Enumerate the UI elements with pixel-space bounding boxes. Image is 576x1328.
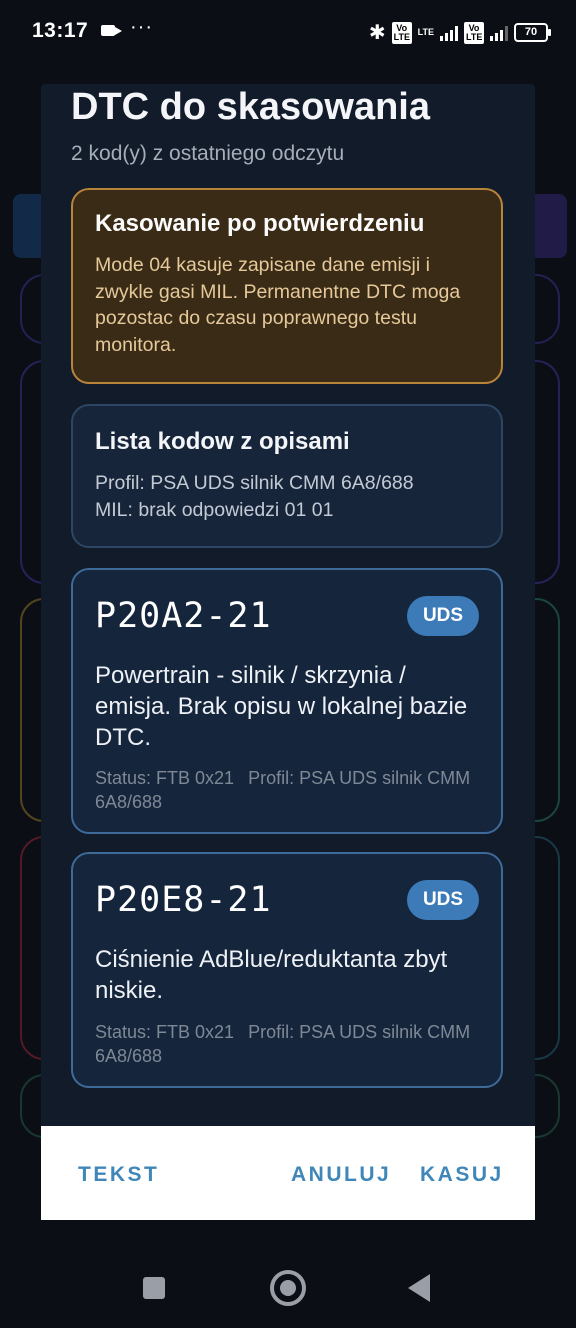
warning-title: Kasowanie po potwierdzeniu xyxy=(95,210,425,237)
cancel-button[interactable]: ANULUJ xyxy=(291,1163,391,1187)
info-mil: MIL: brak odpowiedzi 01 01 xyxy=(95,499,334,521)
dtc-meta: Status: FTB 0x21 Profil: PSA UDS silnik C… xyxy=(95,766,479,814)
signal-icon-2 xyxy=(490,25,508,41)
dialog-title: DTC do skasowania xyxy=(71,86,430,128)
info-title: Lista kodow z opisami xyxy=(95,428,350,455)
delete-button[interactable]: KASUJ xyxy=(420,1163,504,1187)
dtc-code: P20A2-21 xyxy=(95,596,272,636)
status-bar: 13:17 ··· ✱ Vo LTE LTE Vo LTE 70 xyxy=(0,0,576,64)
navigation-bar xyxy=(0,1244,576,1328)
warning-text: Mode 04 kasuje zapisane dane emisji i zw… xyxy=(95,254,461,356)
dtc-code: P20E8-21 xyxy=(95,880,272,920)
protocol-badge: UDS xyxy=(407,880,479,920)
dtc-card: P20A2-21 UDS Powertrain - silnik / skrzy… xyxy=(71,568,503,834)
lte-label: LTE xyxy=(417,27,434,37)
battery-icon: 70 xyxy=(514,23,551,42)
volte-icon: Vo LTE xyxy=(391,21,412,44)
dialog-actions: TEKST ANULUJ KASUJ xyxy=(41,1126,535,1220)
dtc-clear-dialog: DTC do skasowania 2 kod(y) z ostatniego … xyxy=(41,84,535,1220)
info-profile: Profil: PSA UDS silnik CMM 6A8/688 xyxy=(95,472,414,494)
video-camera-icon xyxy=(101,25,122,36)
dtc-description: Ciśnienie AdBlue/reduktanta zbyt niskie. xyxy=(95,946,448,1004)
dtc-card: P20E8-21 UDS Ciśnienie AdBlue/reduktanta… xyxy=(71,852,503,1088)
status-time: 13:17 xyxy=(32,19,89,42)
home-icon[interactable] xyxy=(270,1270,306,1306)
info-card: Lista kodow z opisami Profil: PSA UDS si… xyxy=(71,404,503,548)
status-icons: ✱ Vo LTE LTE Vo LTE 70 xyxy=(368,20,551,45)
recent-apps-icon[interactable] xyxy=(143,1277,165,1299)
signal-icon xyxy=(440,25,458,41)
protocol-badge: UDS xyxy=(407,596,479,636)
volte-icon-2: Vo LTE xyxy=(464,21,484,44)
dialog-subtitle: 2 kod(y) z ostatniego odczytu xyxy=(71,142,345,165)
warning-card: Kasowanie po potwierdzeniu Mode 04 kasuj… xyxy=(71,188,503,384)
text-button[interactable]: TEKST xyxy=(78,1163,159,1187)
dtc-status: Status: FTB 0x21 xyxy=(95,1022,235,1042)
more-notifications-icon: ··· xyxy=(130,16,153,38)
dtc-description: Powertrain - silnik / skrzynia / emisja.… xyxy=(95,662,468,751)
back-icon[interactable] xyxy=(408,1274,430,1302)
bluetooth-icon: ✱ xyxy=(368,22,386,44)
dtc-meta: Status: FTB 0x21 Profil: PSA UDS silnik C… xyxy=(95,1020,479,1068)
dtc-status: Status: FTB 0x21 xyxy=(95,768,235,788)
